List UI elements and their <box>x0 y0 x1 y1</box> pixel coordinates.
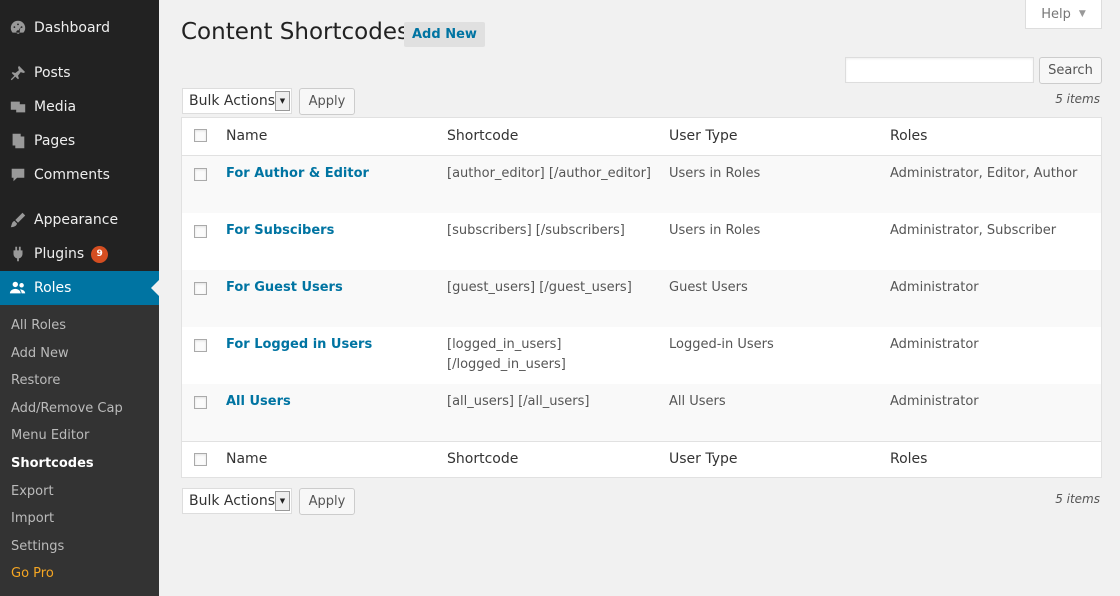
row-checkbox[interactable] <box>194 168 207 181</box>
menu-appearance[interactable]: Appearance <box>0 203 159 237</box>
user-type-value: All Users <box>669 394 726 409</box>
add-new-button[interactable]: Add New <box>404 22 485 47</box>
items-count-top: 5 items <box>1055 92 1100 106</box>
dashboard-icon <box>0 19 34 37</box>
column-footer-user-type: User Type <box>669 451 738 467</box>
shortcode-name-link[interactable]: For Guest Users <box>226 280 343 295</box>
bulk-actions-value: Bulk Actions <box>189 93 276 109</box>
apply-button-bottom[interactable]: Apply <box>299 488 355 515</box>
table-row: For Author & Editor [author_editor] [/au… <box>182 156 1101 213</box>
menu-label: Media <box>34 99 77 115</box>
column-header-name[interactable]: Name <box>226 128 267 144</box>
shortcode-value: [guest_users] [/guest_users] <box>447 280 632 295</box>
media-icon <box>0 98 34 116</box>
dropdown-arrow-icon: ▼ <box>275 91 290 111</box>
user-type-value: Users in Roles <box>669 166 761 181</box>
submenu-all-roles[interactable]: All Roles <box>0 312 159 340</box>
submenu-add-remove-cap[interactable]: Add/Remove Cap <box>0 395 159 423</box>
submenu-restore[interactable]: Restore <box>0 367 159 395</box>
shortcode-name-link[interactable]: For Author & Editor <box>226 166 369 181</box>
caret-down-icon: ▼ <box>1078 9 1086 19</box>
search-button[interactable]: Search <box>1039 57 1102 84</box>
submenu-settings[interactable]: Settings <box>0 533 159 561</box>
menu-media[interactable]: Media <box>0 90 159 124</box>
user-type-value: Guest Users <box>669 280 748 295</box>
update-count-badge: 9 <box>91 245 109 263</box>
column-footer-shortcode: Shortcode <box>447 451 519 467</box>
column-header-roles: Roles <box>890 128 928 144</box>
select-all-checkbox[interactable] <box>194 129 207 142</box>
bulk-actions-value: Bulk Actions <box>189 493 276 509</box>
menu-label: Pages <box>34 133 76 149</box>
menu-label: Posts <box>34 65 71 81</box>
menu-label: Comments <box>34 167 110 183</box>
table-header: Name Shortcode User Type Roles <box>182 118 1101 156</box>
comment-icon <box>0 166 34 184</box>
brush-icon <box>0 211 34 229</box>
menu-dashboard[interactable]: Dashboard <box>0 11 159 45</box>
search-input[interactable] <box>845 57 1034 83</box>
roles-value: Administrator, Editor, Author <box>890 166 1078 181</box>
menu-label: Dashboard <box>34 20 110 36</box>
plugin-icon <box>0 245 34 263</box>
page-title: Content Shortcodes <box>181 19 409 45</box>
menu-plugins[interactable]: Plugins 9 <box>0 237 159 271</box>
user-type-value: Users in Roles <box>669 223 761 238</box>
shortcode-value-line2: [/logged_in_users] <box>447 357 566 372</box>
menu-pages[interactable]: Pages <box>0 124 159 158</box>
menu-comments[interactable]: Comments <box>0 158 159 192</box>
table-row: For Guest Users [guest_users] [/guest_us… <box>182 270 1101 327</box>
menu-label: Plugins <box>34 246 85 262</box>
admin-sidebar: Dashboard Posts Media Pages Comments App… <box>0 0 159 596</box>
table-footer: Name Shortcode User Type Roles <box>182 441 1101 477</box>
column-header-user-type: User Type <box>669 128 738 144</box>
table-row: All Users [all_users] [/all_users] All U… <box>182 384 1101 441</box>
column-header-shortcode: Shortcode <box>447 128 519 144</box>
roles-value: Administrator <box>890 280 979 295</box>
table-row: For Logged in Users [logged_in_users] [/… <box>182 327 1101 384</box>
row-checkbox[interactable] <box>194 339 207 352</box>
main-content: Help ▼ Content Shortcodes Add New Search… <box>159 0 1120 596</box>
pin-icon <box>0 64 34 82</box>
menu-roles[interactable]: Roles <box>0 271 159 305</box>
submenu-import[interactable]: Import <box>0 505 159 533</box>
dropdown-arrow-icon: ▼ <box>275 491 290 511</box>
shortcode-name-link[interactable]: For Logged in Users <box>226 337 372 352</box>
roles-value: Administrator <box>890 394 979 409</box>
help-tab[interactable]: Help ▼ <box>1025 0 1102 29</box>
shortcode-value: [author_editor] [/author_editor] <box>447 166 651 181</box>
menu-label: Roles <box>34 280 72 296</box>
pages-icon <box>0 132 34 150</box>
roles-submenu: All Roles Add New Restore Add/Remove Cap… <box>0 305 159 596</box>
shortcode-name-link[interactable]: For Subscibers <box>226 223 334 238</box>
help-label: Help <box>1041 6 1071 22</box>
select-all-checkbox-footer[interactable] <box>194 453 207 466</box>
shortcode-value: [subscribers] [/subscribers] <box>447 223 625 238</box>
roles-value: Administrator <box>890 337 979 352</box>
submenu-add-new[interactable]: Add New <box>0 340 159 368</box>
bulk-actions-select-top[interactable]: Bulk Actions ▼ <box>182 88 292 114</box>
shortcodes-table: Name Shortcode User Type Roles For Autho… <box>181 117 1102 478</box>
shortcode-name-link[interactable]: All Users <box>226 394 291 409</box>
shortcode-value: [all_users] [/all_users] <box>447 394 590 409</box>
shortcode-value: [logged_in_users] <box>447 337 562 352</box>
menu-label: Appearance <box>34 212 119 228</box>
menu-posts[interactable]: Posts <box>0 56 159 90</box>
users-icon <box>0 279 34 297</box>
bulk-actions-select-bottom[interactable]: Bulk Actions ▼ <box>182 488 292 514</box>
submenu-go-pro[interactable]: Go Pro <box>0 560 159 588</box>
submenu-menu-editor[interactable]: Menu Editor <box>0 422 159 450</box>
column-footer-roles: Roles <box>890 451 928 467</box>
user-type-value: Logged-in Users <box>669 337 774 352</box>
apply-button-top[interactable]: Apply <box>299 88 355 115</box>
submenu-export[interactable]: Export <box>0 478 159 506</box>
roles-value: Administrator, Subscriber <box>890 223 1057 238</box>
column-footer-name[interactable]: Name <box>226 451 267 467</box>
items-count-bottom: 5 items <box>1055 492 1100 506</box>
table-row: For Subscibers [subscribers] [/subscribe… <box>182 213 1101 270</box>
row-checkbox[interactable] <box>194 396 207 409</box>
submenu-shortcodes[interactable]: Shortcodes <box>0 450 159 478</box>
row-checkbox[interactable] <box>194 225 207 238</box>
row-checkbox[interactable] <box>194 282 207 295</box>
